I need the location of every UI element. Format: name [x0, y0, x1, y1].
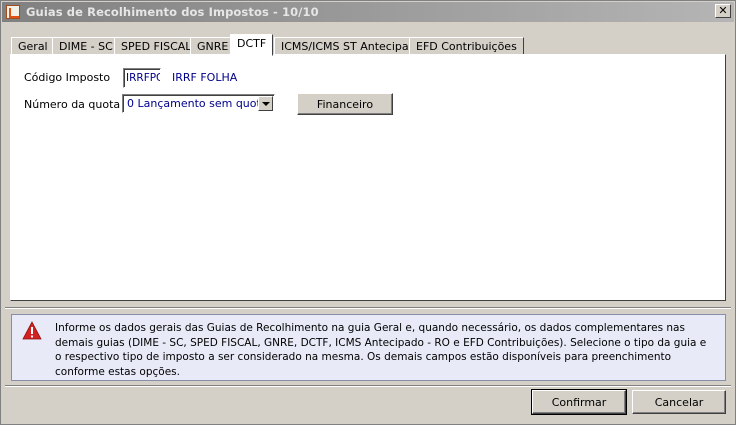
window-title: Guias de Recolhimento dos Impostos - 10/…	[26, 5, 319, 19]
codigo-imposto-description: IRRF FOLHA	[172, 71, 238, 84]
tab-dctf[interactable]: DCTF	[230, 34, 274, 56]
tab-efd-contribuicoes[interactable]: EFD Contribuições	[409, 37, 524, 55]
app-icon	[6, 5, 20, 19]
warning-icon	[22, 321, 42, 340]
cancel-button[interactable]: Cancelar	[632, 390, 726, 414]
codigo-imposto-input[interactable]: IRRFPG	[123, 68, 161, 88]
codigo-imposto-label: Código Imposto	[24, 71, 111, 84]
tab-dime-sc[interactable]: DIME - SC	[52, 37, 120, 55]
close-button[interactable]: ✕	[715, 4, 731, 18]
dctf-panel: Código Imposto IRRFPG IRRF FOLHA Número …	[10, 54, 726, 301]
numero-quota-value: 0 Lançamento sem quotas	[127, 97, 274, 110]
info-box: Informe os dados gerais das Guias de Rec…	[11, 314, 726, 381]
title-bar[interactable]: Guias de Recolhimento dos Impostos - 10/…	[2, 2, 734, 22]
tab-sped-fiscal[interactable]: SPED FISCAL	[114, 37, 199, 55]
numero-quota-label: Número da quota	[24, 98, 121, 111]
info-message: Informe os dados gerais das Guias de Rec…	[55, 322, 707, 378]
divider	[5, 385, 731, 387]
numero-quota-select[interactable]: 0 Lançamento sem quotas	[122, 94, 275, 113]
confirm-button[interactable]: Confirmar	[531, 389, 627, 415]
tab-geral[interactable]: Geral	[11, 37, 55, 55]
tab-icms-st-antecipado[interactable]: ICMS/ICMS ST Antecipado	[274, 37, 430, 55]
dialog-window: Guias de Recolhimento dos Impostos - 10/…	[0, 0, 736, 425]
divider	[5, 307, 731, 309]
chevron-down-icon[interactable]	[258, 96, 273, 111]
financeiro-button[interactable]: Financeiro	[297, 93, 393, 115]
tab-gnre[interactable]: GNRE	[190, 37, 236, 55]
